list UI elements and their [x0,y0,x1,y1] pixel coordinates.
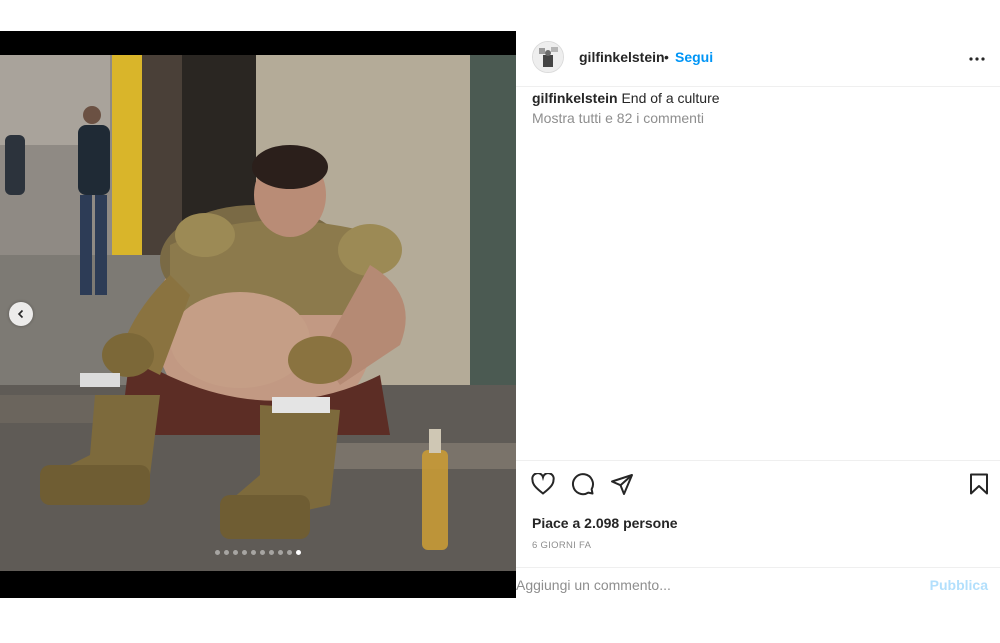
carousel-dot [251,550,256,555]
post-modal: gilfinkelstein • Segui gilfinkelstein En… [0,31,1000,598]
view-all-comments-link[interactable]: Mostra tutti e 82 i commenti [532,110,704,126]
like-count[interactable]: Piace a 2.098 persone [532,515,678,531]
carousel-dot [287,550,292,555]
carousel-dot [215,550,220,555]
post-header: gilfinkelstein • Segui [516,31,1000,87]
comment-button[interactable] [570,472,596,501]
author-username[interactable]: gilfinkelstein [579,49,665,65]
carousel-dot [269,550,274,555]
carousel-dot [242,550,247,555]
heart-icon [531,471,555,500]
comment-icon [571,472,595,501]
post-timestamp: 6 GIORNI FA [532,540,592,551]
share-icon [610,472,634,501]
separator-dot: • [664,49,669,65]
follow-button[interactable]: Segui [675,49,713,65]
carousel-indicator [0,550,516,555]
chevron-left-icon [16,309,26,319]
bookmark-icon [969,473,989,500]
carousel-dot [233,550,238,555]
caption-username[interactable]: gilfinkelstein [532,90,618,106]
carousel-dot [278,550,283,555]
post-media [0,31,516,598]
carousel-dot [260,550,265,555]
post-photo [0,55,516,571]
save-button[interactable] [966,473,992,499]
post-sidebar: gilfinkelstein • Segui gilfinkelstein En… [516,31,1000,598]
more-options-button[interactable] [966,46,988,68]
caption-text: End of a culture [621,90,720,106]
post-caption: gilfinkelstein End of a culture [532,89,720,107]
divider [516,567,1000,568]
divider [516,460,1000,461]
carousel-dot [224,550,229,555]
comment-input[interactable] [516,575,916,595]
carousel-prev-button[interactable] [9,302,33,326]
publish-button[interactable]: Pubblica [930,577,988,593]
avatar[interactable] [532,41,564,73]
carousel-dot [296,550,301,555]
share-button[interactable] [609,473,635,499]
more-options-icon [969,48,985,66]
like-button[interactable] [530,471,556,500]
